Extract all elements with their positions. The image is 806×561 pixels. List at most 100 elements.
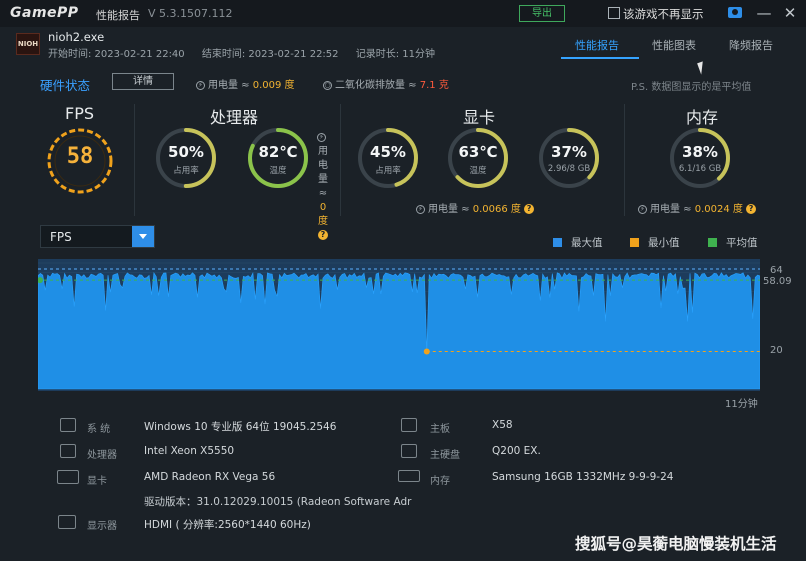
ram-value: Samsung 16GB 1332MHz 9-9-9-24 [492,471,674,483]
co2-label: 二氧化碳排放量 ≈ [335,80,420,91]
board-value: X58 [492,419,513,431]
legend-min: 最小值 [630,235,680,250]
board-key: 主板 [430,424,450,435]
cpu-power: ⚡ 用电量 ≈ 0 度 ? [314,131,332,243]
chevron-down-icon[interactable] [132,226,154,247]
power-value: 0.009 度 [252,80,295,91]
record-duration: 记录时长: 11分钟 [355,49,435,60]
average-note: P.S. 数据图显示的是平均值 [631,82,752,93]
divider [134,104,135,216]
display-key: 显示器 [87,521,117,532]
plug-icon: ⚡ [416,204,425,214]
mem-power-value: 0.0024 度 [694,204,743,215]
mem-usage-value: 38% [682,143,718,161]
gpu-vram-gauge: 37% 2.96/8 GB [537,126,601,190]
gpu-power-value: 0.0066 度 [472,204,521,215]
cpu-usage-gauge: 50% 占用率 [154,126,218,190]
max-axis-label: 64 [770,265,783,276]
metric-select[interactable]: FPS [40,225,155,248]
co2-icon: ○ [323,80,332,90]
ram-key: 内存 [430,476,450,487]
co2-value: 7.1 克 [419,80,449,91]
plug-icon: ⚡ [317,132,326,142]
driver-version: 驱动版本：31.0.12029.10015 (Radeon Software A… [144,496,412,508]
cpu-icon [60,444,76,458]
watermark: 搜狐号@昊蘅电脑慢装机生活 [575,535,777,553]
end-time: 结束时间: 2023-02-21 22:52 [201,49,339,60]
hide-game-label: 该游戏不再显示 [623,7,704,21]
os-value: Windows 10 专业版 64位 19045.2546 [144,421,337,433]
gpu-card-icon [57,470,79,484]
start-time: 开始时间: 2023-02-21 22:40 [48,49,185,60]
fps-chart [38,259,760,391]
gpu-temp-label: 温度 [469,166,487,176]
help-icon[interactable]: ? [524,204,535,214]
fps-series-area [38,271,760,390]
mem-usage-label: 6.1/16 GB [678,164,722,174]
game-exe-name: nioh2.exe [48,30,105,44]
monitor-icon [58,515,76,529]
close-button[interactable]: ✕ [780,2,800,24]
gpu-vram-label: 2.96/8 GB [547,164,591,174]
fps-value: 58 [66,144,94,169]
gpu-vram-value: 37% [551,143,587,161]
legend-avg-label: 平均值 [726,237,758,249]
tab-throttle-report[interactable]: 降频报告 [729,37,773,53]
min-marker [423,348,430,355]
avg-axis-label: 58.09 [763,276,792,287]
gpu-section-title: 显卡 [463,108,496,127]
hardware-status-title: 硬件状态 [40,78,91,93]
min-axis-label: 20 [770,345,783,356]
tab-performance-report[interactable]: 性能报告 [575,37,619,53]
detail-button[interactable]: 详情 [112,73,174,90]
legend-max-label: 最大值 [571,237,603,249]
screenshot-camera-icon[interactable] [728,7,742,18]
cpu-temp-value: 82℃ [258,143,298,161]
mem-usage-gauge: 38% 6.1/16 GB [668,126,732,190]
divider [624,104,625,216]
metric-select-value: FPS [50,230,72,244]
legend-min-label: 最小值 [648,237,680,249]
display-value: HDMI ( 分辨率:2560*1440 60Hz) [144,519,311,531]
gpu-temp-gauge: 63℃ 温度 [446,126,510,190]
plug-icon: ⚡ [196,80,205,90]
cpu-usage-label: 占用率 [173,166,199,176]
cpu-temp-label: 温度 [269,166,287,176]
gpu-temp-value: 63℃ [458,143,498,161]
gpu-usage-value: 45% [370,143,406,161]
disk-icon [401,444,417,458]
cpu-power-label: 用电量 ≈ [318,146,328,199]
hide-game-checkbox[interactable] [608,7,620,19]
game-icon: NIOH [16,33,40,55]
gpu-power: ⚡ 用电量 ≈ 0.0066 度 ? [416,200,535,215]
help-icon[interactable]: ? [746,204,757,214]
cpu-key: 处理器 [87,450,117,461]
cpu-section-title: 处理器 [210,108,259,127]
cpu-value: Intel Xeon X5550 [144,445,235,457]
gpu-key: 显卡 [87,476,107,487]
gpu-value: AMD Radeon RX Vega 56 [144,471,276,483]
windows-icon [60,418,76,432]
export-button[interactable]: 导出 [519,5,565,22]
disk-value: Q200 EX. [492,445,541,457]
mem-section-title: 内存 [686,108,719,127]
tab-performance-chart[interactable]: 性能图表 [652,37,696,53]
game-meta: 开始时间: 2023-02-21 22:40 结束时间: 2023-02-21 … [48,45,449,60]
co2-emission: ○ 二氧化碳排放量 ≈ 7.1 克 [323,76,449,91]
mem-power: ⚡ 用电量 ≈ 0.0024 度 ? [638,200,757,215]
mem-power-label: 用电量 ≈ [650,204,695,215]
legend-avg: 平均值 [708,235,758,250]
app-logo: GamePP [10,5,79,21]
version-label: V 5.3.1507.112 [148,7,233,20]
divider [340,104,341,216]
window-title: 性能报告 [96,9,140,22]
title-bar: GamePP 性能报告 V 5.3.1507.112 导出 该游戏不再显示 — … [0,0,806,27]
help-icon[interactable]: ? [318,230,328,240]
gpu-usage-label: 占用率 [375,166,401,176]
cpu-power-value: 0 度 [318,202,328,227]
x-end-label: 11分钟 [725,399,758,410]
ram-icon [398,470,420,482]
minimize-button[interactable]: — [754,2,774,24]
plug-icon: ⚡ [638,204,647,214]
active-tab-indicator [561,57,639,59]
